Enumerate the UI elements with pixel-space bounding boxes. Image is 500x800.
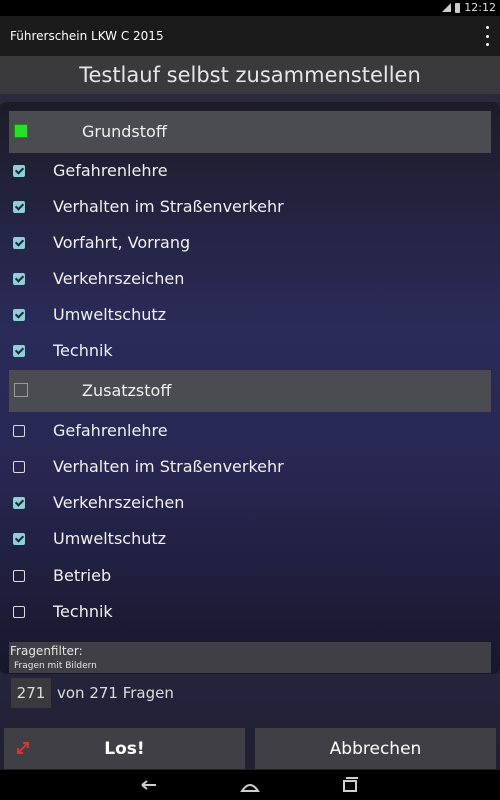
list-item[interactable]: Technik — [0, 594, 500, 630]
page-title: Testlauf selbst zusammenstellen — [79, 63, 421, 87]
battery-icon — [455, 2, 461, 13]
list-item-label: Verhalten im Straßenverkehr — [53, 457, 284, 476]
list-item-label: Technik — [53, 602, 113, 621]
group-header-zusatzstoff[interactable]: Zusatzstoff — [9, 370, 491, 412]
home-icon[interactable] — [239, 776, 261, 794]
checkbox[interactable] — [13, 461, 25, 473]
topic-list[interactable]: Grundstoff Gefahrenlehre Verhalten im St… — [0, 102, 500, 674]
group-header-grundstoff[interactable]: Grundstoff — [9, 111, 491, 153]
page-header: Testlauf selbst zusammenstellen — [0, 56, 500, 94]
checkbox[interactable] — [13, 237, 25, 249]
list-item[interactable]: Betrieb — [0, 558, 500, 594]
go-button[interactable]: Los! — [4, 728, 245, 769]
checkbox[interactable] — [13, 606, 25, 618]
list-item[interactable]: Verhalten im Straßenverkehr — [0, 189, 500, 225]
cancel-button[interactable]: Abbrechen — [255, 728, 496, 769]
list-item[interactable]: Verhalten im Straßenverkehr — [0, 449, 500, 485]
signal-icon — [442, 3, 452, 12]
list-item[interactable]: Gefahrenlehre — [0, 413, 500, 449]
go-button-label: Los! — [104, 738, 145, 759]
group-checkbox-grundstoff[interactable] — [14, 124, 28, 138]
list-item[interactable]: Gefahrenlehre — [0, 153, 500, 189]
list-item-label: Betrieb — [53, 566, 112, 585]
list-item-label: Umweltschutz — [53, 305, 167, 324]
cancel-button-label: Abbrechen — [329, 738, 422, 759]
checkbox[interactable] — [13, 309, 25, 321]
recent-apps-icon[interactable] — [339, 776, 361, 794]
back-icon[interactable] — [138, 776, 160, 794]
list-item-label: Vorfahrt, Vorrang — [53, 233, 191, 252]
list-item-label: Gefahrenlehre — [53, 161, 168, 180]
question-filter[interactable]: Fragenfilter: Fragen mit Bildern — [9, 642, 491, 673]
main-content: Testlauf selbst zusammenstellen Grundsto… — [0, 56, 500, 800]
checkbox[interactable] — [13, 497, 25, 509]
question-count-text: von 271 Fragen — [57, 684, 174, 702]
list-item[interactable]: Technik — [0, 333, 500, 369]
checkbox[interactable] — [13, 345, 25, 357]
list-item[interactable]: Verkehrszeichen — [0, 261, 500, 297]
expand-arrow-icon — [17, 742, 29, 754]
list-item-label: Gefahrenlehre — [53, 421, 168, 440]
list-item-label: Technik — [53, 341, 113, 360]
list-item[interactable]: Vorfahrt, Vorrang — [0, 225, 500, 261]
list-item-label: Verkehrszeichen — [53, 493, 185, 512]
status-time: 12:12 — [464, 1, 496, 14]
group-label: Zusatzstoff — [82, 381, 172, 400]
list-item[interactable]: Umweltschutz — [0, 297, 500, 333]
app-title: Führerschein LKW C 2015 — [10, 29, 164, 43]
checkbox[interactable] — [13, 570, 25, 582]
list-item[interactable]: Umweltschutz — [0, 521, 500, 557]
checkbox[interactable] — [13, 533, 25, 545]
checkbox[interactable] — [13, 425, 25, 437]
list-item[interactable]: Verkehrszeichen — [0, 485, 500, 521]
list-item-label: Verkehrszeichen — [53, 269, 185, 288]
question-count-input[interactable]: 271 — [11, 678, 51, 708]
action-bar: Führerschein LKW C 2015 — [0, 16, 500, 56]
group-checkbox-zusatzstoff[interactable] — [14, 383, 28, 397]
filter-label: Fragenfilter: — [10, 644, 83, 658]
checkbox[interactable] — [13, 165, 25, 177]
checkbox[interactable] — [13, 273, 25, 285]
checkbox[interactable] — [13, 201, 25, 213]
status-bar: 12:12 — [0, 0, 500, 16]
navigation-bar — [0, 770, 500, 800]
filter-value[interactable]: Fragen mit Bildern — [14, 661, 97, 671]
group-label: Grundstoff — [82, 122, 167, 141]
list-item-label: Verhalten im Straßenverkehr — [53, 197, 284, 216]
overflow-menu-icon[interactable] — [484, 26, 490, 46]
list-item-label: Umweltschutz — [53, 529, 167, 548]
status-icons: 12:12 — [442, 1, 496, 14]
